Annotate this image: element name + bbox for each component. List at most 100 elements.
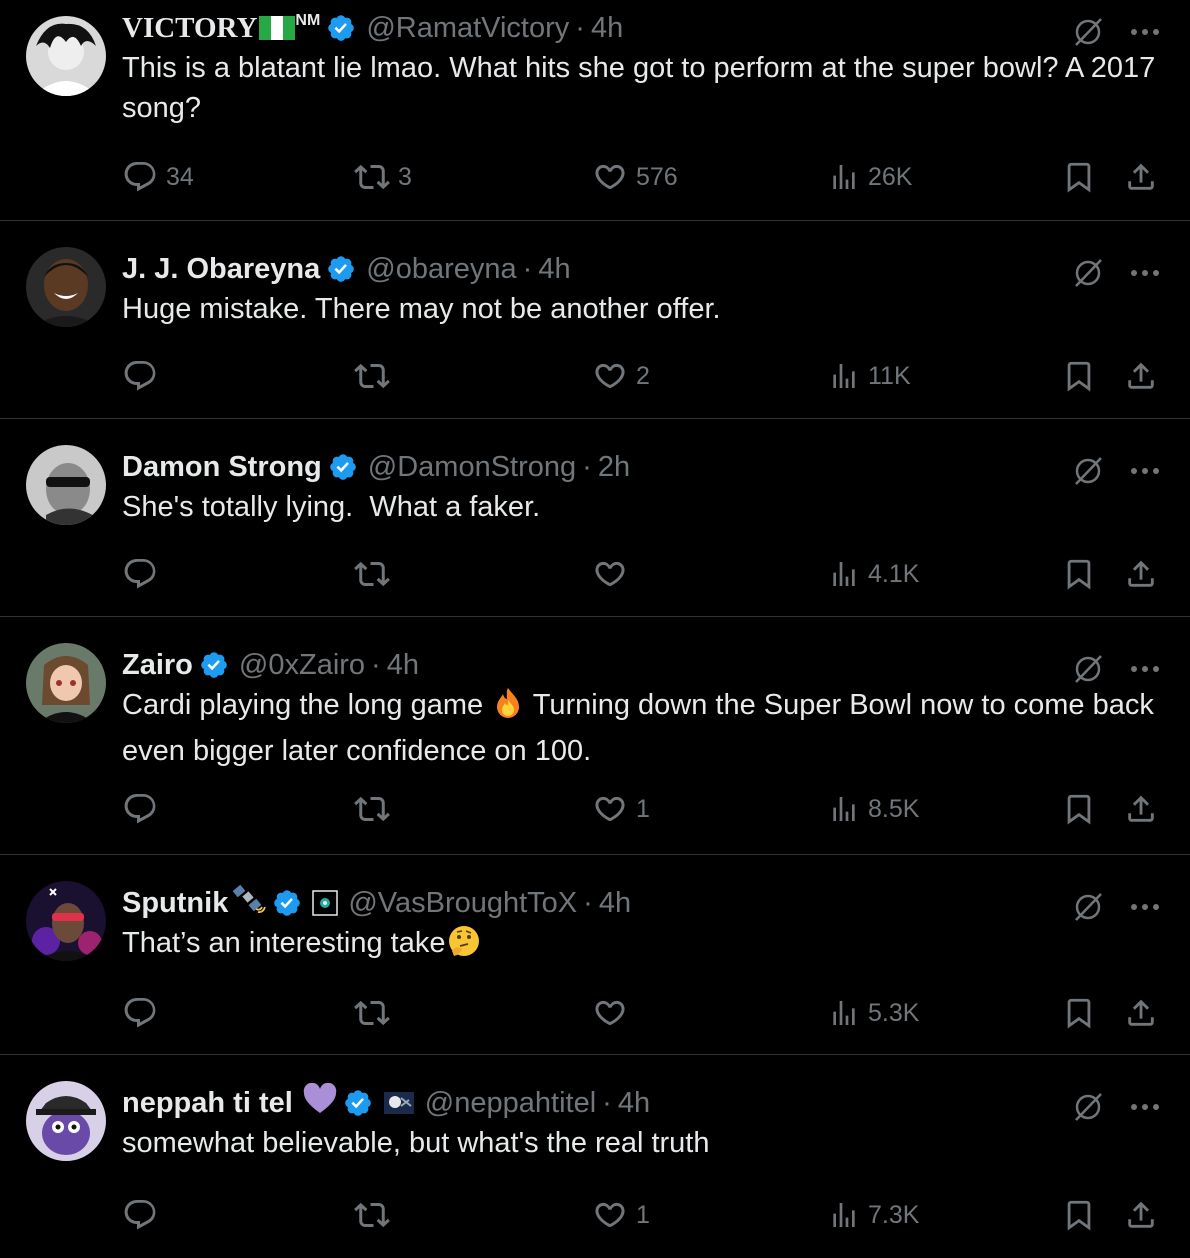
bookmark-button[interactable]	[1062, 358, 1096, 394]
avatar[interactable]	[26, 643, 106, 723]
timestamp[interactable]: 4h	[618, 1087, 650, 1120]
repost-button[interactable]: 3	[354, 159, 412, 195]
verified-icon	[343, 1088, 373, 1118]
share-button[interactable]	[1124, 1197, 1158, 1233]
author-handle[interactable]: @0xZairo	[239, 649, 365, 682]
like-button[interactable]	[592, 556, 636, 592]
reply-button[interactable]	[122, 1197, 166, 1233]
bookmark-button[interactable]	[1062, 159, 1096, 195]
like-button[interactable]: 1	[592, 791, 650, 827]
views-button[interactable]: 5.3K	[828, 997, 919, 1029]
tweet-text: somewhat believable, but what's the real…	[122, 1127, 710, 1159]
views-count: 8.5K	[868, 794, 920, 823]
share-button[interactable]	[1124, 556, 1158, 592]
grok-icon[interactable]	[1072, 1091, 1104, 1123]
grok-icon[interactable]	[1072, 891, 1104, 923]
author-name[interactable]: Sputnik	[122, 887, 228, 920]
verified-icon	[328, 452, 358, 482]
tweet[interactable]: Zairo @0xZairo · 4h Cardi playing the lo…	[0, 617, 1190, 855]
grok-icon[interactable]	[1072, 16, 1104, 48]
reply-button[interactable]	[122, 791, 166, 827]
author-name[interactable]: Zairo	[122, 649, 193, 682]
repost-icon	[354, 561, 390, 587]
more-icon[interactable]	[1130, 27, 1160, 37]
views-count: 4.1K	[868, 559, 920, 588]
like-button[interactable]	[592, 995, 636, 1031]
views-icon	[833, 1203, 855, 1227]
reply-icon	[124, 559, 156, 589]
affiliate-badge-icon[interactable]	[312, 890, 339, 916]
timestamp[interactable]: 4h	[599, 887, 631, 920]
timestamp[interactable]: 4h	[387, 649, 419, 682]
grok-icon[interactable]	[1072, 257, 1104, 289]
reply-icon	[124, 1200, 156, 1230]
author-handle[interactable]: @obareyna	[366, 253, 516, 286]
author-handle[interactable]: @VasBroughtToX	[348, 887, 577, 920]
share-button[interactable]	[1124, 159, 1158, 195]
views-button[interactable]: 7.3K	[828, 1199, 919, 1231]
repost-button[interactable]	[354, 995, 398, 1031]
reply-button[interactable]	[122, 556, 166, 592]
avatar[interactable]	[26, 16, 106, 96]
tweet[interactable]: Sputnik @VasBroughtToX · 4h That’s an in…	[0, 855, 1190, 1055]
repost-button[interactable]	[354, 358, 398, 394]
tweet[interactable]: neppah ti tel @neppahtitel · 4h somewhat…	[0, 1055, 1190, 1258]
grok-icon[interactable]	[1072, 653, 1104, 685]
share-icon	[1128, 999, 1154, 1026]
like-button[interactable]: 2	[592, 358, 650, 394]
name-suffix: NM	[295, 12, 321, 29]
bookmark-button[interactable]	[1062, 1197, 1096, 1233]
avatar[interactable]	[26, 247, 106, 327]
repost-button[interactable]	[354, 556, 398, 592]
tweet[interactable]: Damon Strong @DamonStrong · 2h She's tot…	[0, 419, 1190, 617]
share-button[interactable]	[1124, 791, 1158, 827]
timestamp[interactable]: 2h	[598, 451, 630, 484]
grok-icon[interactable]	[1072, 455, 1104, 487]
avatar[interactable]	[26, 445, 106, 525]
share-icon	[1128, 795, 1154, 822]
author-handle[interactable]: @DamonStrong	[368, 451, 576, 484]
author-handle[interactable]: @RamatVictory	[366, 12, 569, 45]
views-button[interactable]: 4.1K	[828, 558, 919, 590]
reply-button[interactable]	[122, 995, 166, 1031]
like-count: 1	[636, 1200, 650, 1229]
views-button[interactable]: 8.5K	[828, 793, 919, 825]
more-icon[interactable]	[1130, 664, 1160, 674]
timestamp[interactable]: 4h	[591, 12, 623, 45]
bookmark-button[interactable]	[1062, 995, 1096, 1031]
more-icon[interactable]	[1130, 902, 1160, 912]
repost-icon	[354, 1000, 390, 1026]
author-name[interactable]: VICTORY	[122, 12, 257, 45]
reply-button[interactable]: 34	[122, 159, 194, 195]
share-button[interactable]	[1124, 358, 1158, 394]
views-icon	[833, 797, 855, 821]
tweet[interactable]: J. J. Obareyna @obareyna · 4h Huge mista…	[0, 221, 1190, 419]
repost-button[interactable]	[354, 791, 398, 827]
views-count: 5.3K	[868, 998, 920, 1027]
views-button[interactable]: 26K	[828, 161, 912, 193]
bookmark-icon	[1067, 1200, 1091, 1231]
more-icon[interactable]	[1130, 466, 1160, 476]
author-name[interactable]: Damon Strong	[122, 451, 322, 484]
timestamp[interactable]: 4h	[538, 253, 570, 286]
avatar[interactable]	[26, 1081, 106, 1161]
author-handle[interactable]: @neppahtitel	[425, 1087, 596, 1120]
bookmark-button[interactable]	[1062, 556, 1096, 592]
more-icon[interactable]	[1130, 268, 1160, 278]
repost-button[interactable]	[354, 1197, 398, 1233]
like-button[interactable]: 1	[592, 1197, 650, 1233]
like-button[interactable]: 576	[592, 159, 678, 195]
share-button[interactable]	[1124, 995, 1158, 1031]
avatar[interactable]	[26, 881, 106, 961]
like-icon	[595, 164, 625, 190]
reply-icon	[124, 162, 156, 192]
bookmark-button[interactable]	[1062, 791, 1096, 827]
author-name[interactable]: neppah ti tel	[122, 1087, 293, 1120]
repost-icon	[354, 164, 390, 190]
more-icon[interactable]	[1130, 1102, 1160, 1112]
author-name[interactable]: J. J. Obareyna	[122, 253, 320, 286]
tweet[interactable]: VICTORY NM @RamatVictory · 4h This is a …	[0, 0, 1190, 221]
reply-button[interactable]	[122, 358, 166, 394]
views-button[interactable]: 11K	[828, 360, 911, 392]
affiliate-badge-icon[interactable]	[383, 1090, 415, 1116]
